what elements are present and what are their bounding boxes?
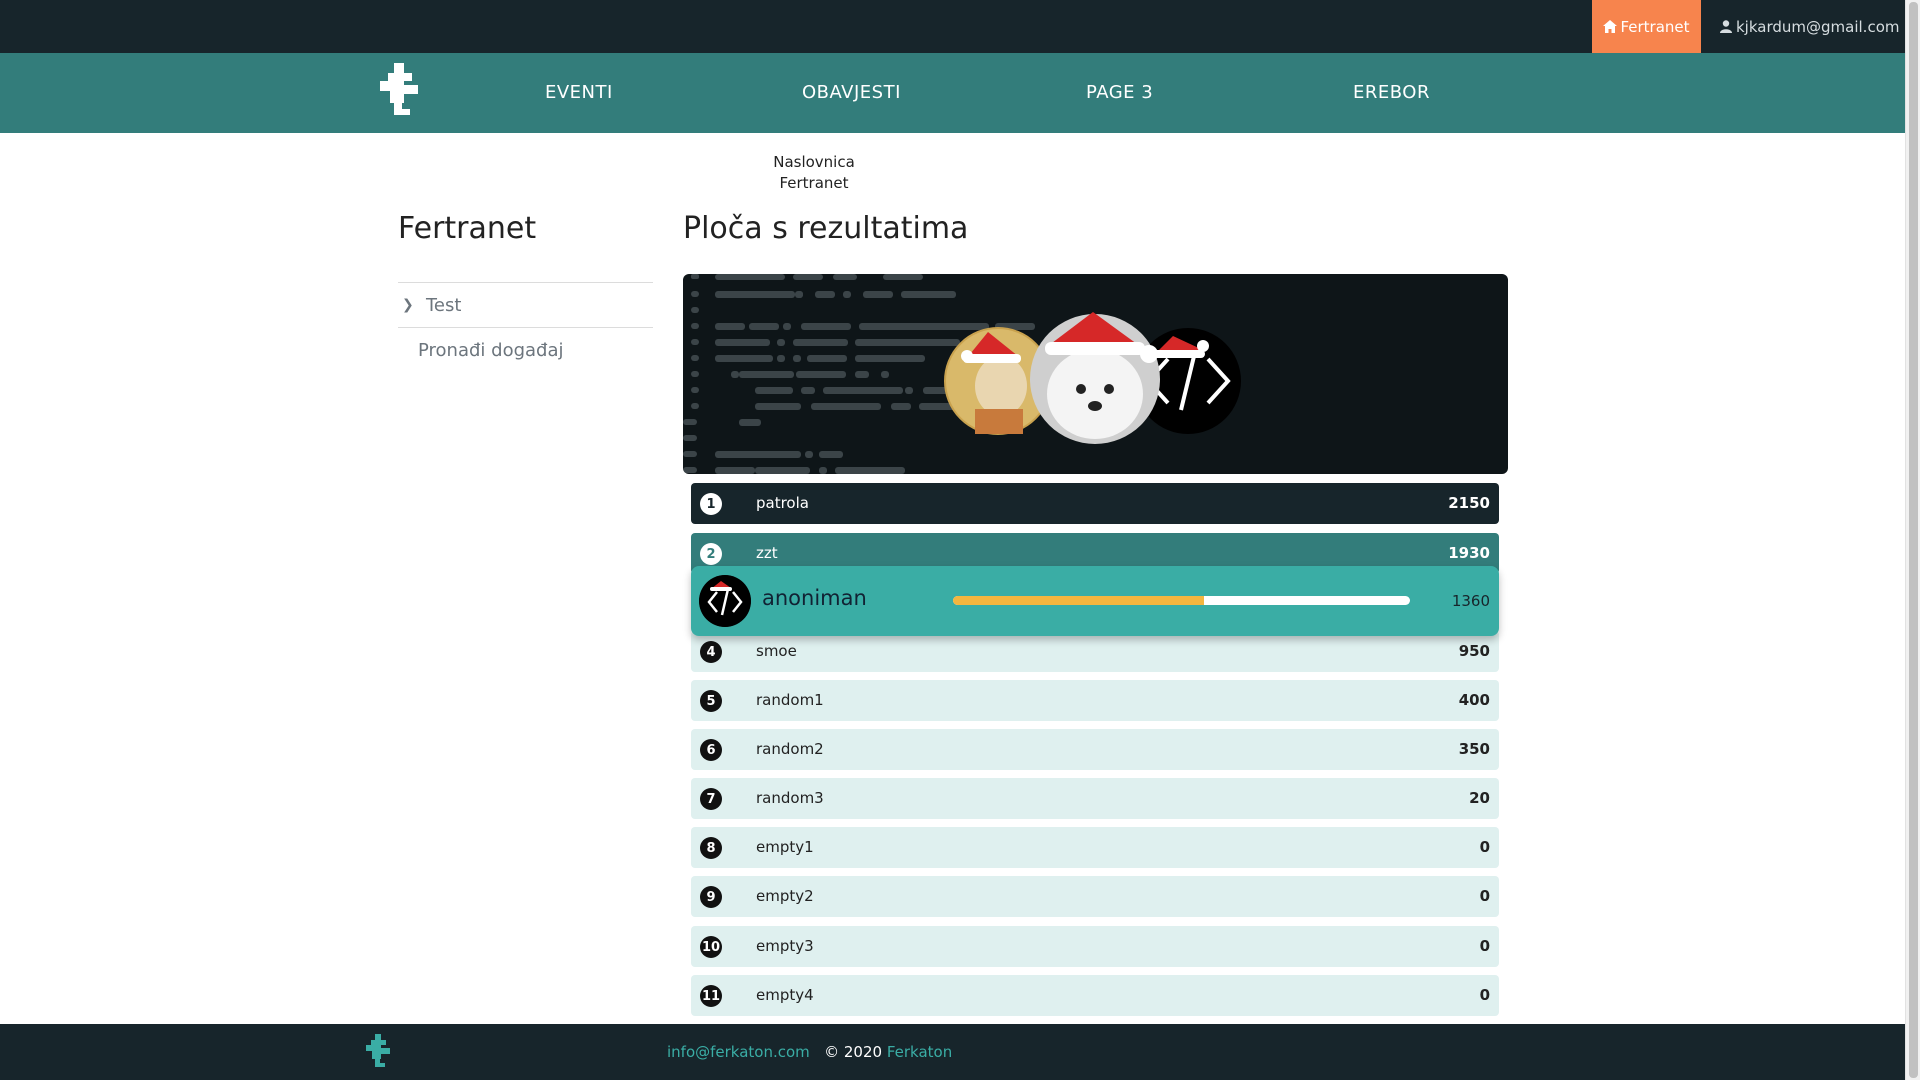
current-user-progress-bar <box>953 596 1410 605</box>
sidebar-title: Fertranet <box>398 211 537 246</box>
breadcrumb: Naslovnica Fertranet <box>760 152 868 194</box>
table-row[interactable]: 8 empty1 0 <box>691 827 1499 868</box>
first-place-avatar <box>1030 312 1160 444</box>
nav-erebor[interactable]: EREBOR <box>1353 53 1430 133</box>
rank-badge: 9 <box>700 886 722 908</box>
home-icon <box>1603 20 1618 33</box>
leaderboard-row-first[interactable]: 1 patrola 2150 <box>691 483 1499 524</box>
scrollbar-thumb[interactable] <box>1909 2 1918 1078</box>
row-score: 400 <box>1458 691 1490 709</box>
rank-badge: 11 <box>700 985 722 1007</box>
home-brand-button[interactable]: Fertranet <box>1592 0 1701 53</box>
row-username: empty4 <box>756 986 814 1004</box>
chevron-right-icon: ❯ <box>402 297 414 313</box>
row-username: empty3 <box>756 937 814 955</box>
main-navbar: EVENTI OBAVJESTI PAGE 3 EREBOR <box>0 53 1905 133</box>
sidebar-item-test[interactable]: ❯ Test <box>398 283 653 328</box>
table-row[interactable]: 7 random3 20 <box>691 778 1499 819</box>
top-bar: Fertranet kjkardum@gmail.com <box>0 0 1915 53</box>
footer-org-link[interactable]: Ferkaton <box>887 1043 952 1061</box>
row-score: 0 <box>1479 986 1490 1004</box>
row-score: 20 <box>1469 789 1490 807</box>
rank-badge: 6 <box>700 739 722 761</box>
row-score: 950 <box>1458 642 1490 660</box>
user-icon <box>1720 20 1732 33</box>
nav-eventi[interactable]: EVENTI <box>545 53 613 133</box>
footer-text: info@ferkaton.com © 2020 Ferkaton <box>667 1024 952 1080</box>
page-title: Ploča s rezultatima <box>683 211 969 246</box>
row-score: 0 <box>1479 937 1490 955</box>
row-username: empty1 <box>756 838 814 856</box>
rank-badge: 8 <box>700 837 722 859</box>
nav-obavjesti[interactable]: OBAVJESTI <box>802 53 901 133</box>
row-score: 0 <box>1479 887 1490 905</box>
row-score: 350 <box>1458 740 1490 758</box>
row-username: random1 <box>756 691 824 709</box>
rank-badge: 4 <box>700 641 722 663</box>
row-username: random2 <box>756 740 824 758</box>
table-row[interactable]: 9 empty2 0 <box>691 876 1499 917</box>
page-scrollbar[interactable] <box>1905 0 1920 1080</box>
row-username: smoe <box>756 642 797 660</box>
row-score: 2150 <box>1448 494 1490 512</box>
sidebar-list: ❯ Test Pronađi događaj <box>398 282 653 373</box>
footer-copyright: © 2020 <box>824 1043 883 1061</box>
breadcrumb-current: Fertranet <box>779 174 849 192</box>
sidebar-item-label: Test <box>426 294 462 316</box>
row-username: random3 <box>756 789 824 807</box>
rank-badge: 1 <box>700 493 722 515</box>
sidebar-item-label: Pronađi događaj <box>418 340 564 361</box>
current-user-avatar <box>699 575 751 627</box>
footer-email-link[interactable]: info@ferkaton.com <box>667 1043 810 1061</box>
row-username: patrola <box>756 494 809 512</box>
brand-label: Fertranet <box>1620 17 1690 36</box>
rank-badge: 5 <box>700 690 722 712</box>
footer: info@ferkaton.com © 2020 Ferkaton <box>0 1024 1905 1080</box>
table-row[interactable]: 10 empty3 0 <box>691 926 1499 967</box>
rank-badge: 10 <box>700 936 722 958</box>
puzzle-logo-icon[interactable] <box>380 63 424 121</box>
rank-badge: 7 <box>700 788 722 810</box>
user-menu-dropdown[interactable]: kjkardum@gmail.com <box>1720 0 1915 53</box>
leaderboard-banner <box>683 274 1508 474</box>
user-email: kjkardum@gmail.com <box>1736 17 1900 36</box>
footer-puzzle-logo-icon <box>366 1034 390 1067</box>
current-user-score: 1360 <box>1451 592 1490 610</box>
code-background-graphic <box>683 274 1241 474</box>
progress-fill <box>953 596 1205 605</box>
sidebar-item-find-event[interactable]: Pronađi događaj <box>398 328 653 373</box>
rank-badge: 2 <box>700 543 722 565</box>
table-row[interactable]: 11 empty4 0 <box>691 975 1499 1016</box>
table-row[interactable]: 5 random1 400 <box>691 680 1499 721</box>
breadcrumb-home[interactable]: Naslovnica <box>760 152 868 173</box>
row-username: empty2 <box>756 887 814 905</box>
nav-page-3[interactable]: PAGE 3 <box>1086 53 1153 133</box>
row-score: 0 <box>1479 838 1490 856</box>
table-row[interactable]: 6 random2 350 <box>691 729 1499 770</box>
table-row[interactable]: 4 smoe 950 <box>691 631 1499 672</box>
current-user-card[interactable]: anoniman 1360 <box>691 566 1499 636</box>
current-user-name: anoniman <box>762 586 867 610</box>
